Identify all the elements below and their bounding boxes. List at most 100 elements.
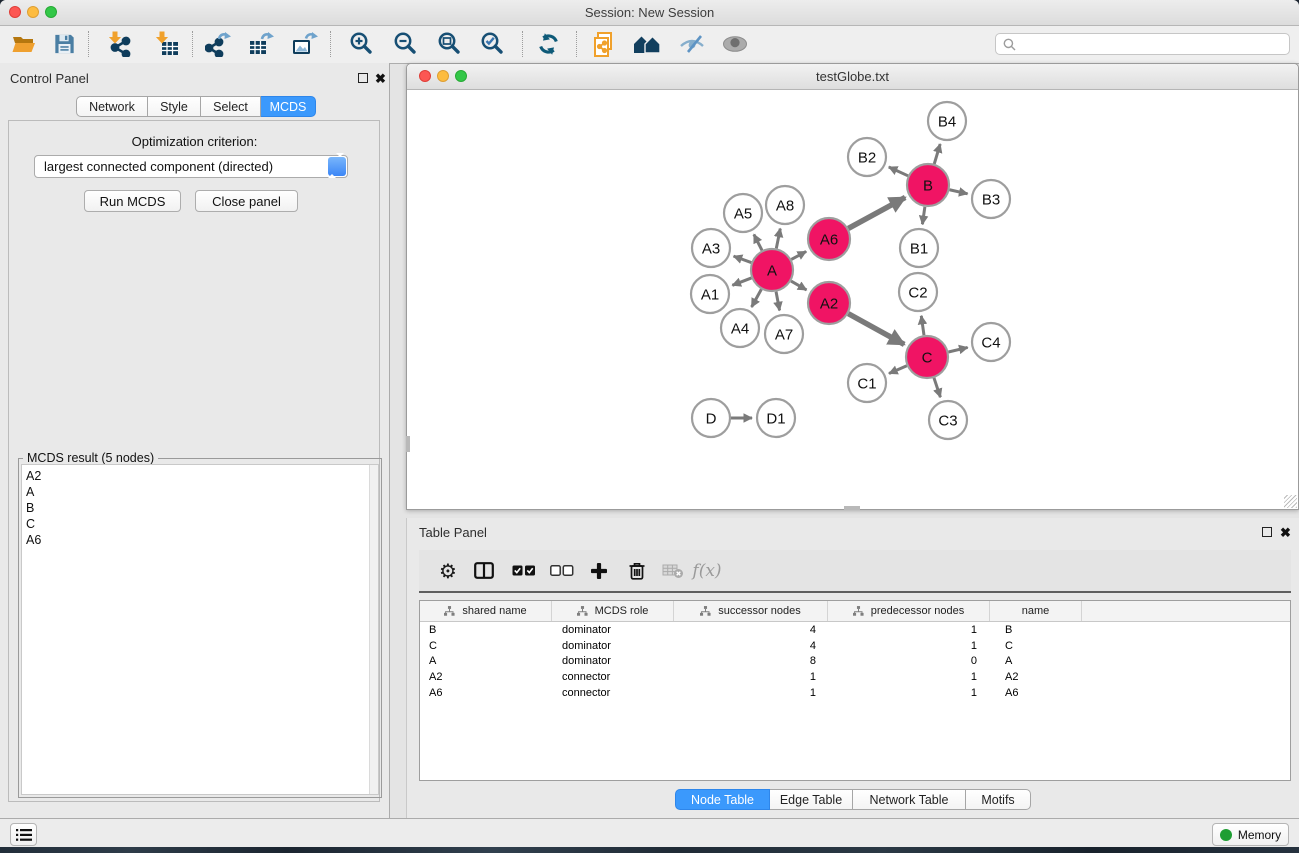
result-item[interactable]: A6: [22, 532, 378, 548]
network-graph[interactable]: B4B2BB3A8A5A6A3B1AC2A1A2A4A7C4CC1C3DD1: [407, 90, 1296, 509]
vertical-scroll-thumb[interactable]: [406, 436, 410, 452]
graph-edge-A-A4[interactable]: [752, 289, 762, 307]
graph-edge-A6-B[interactable]: [848, 197, 905, 228]
cell-predecessor-nodes[interactable]: 1: [828, 624, 990, 636]
export-table-button[interactable]: [245, 30, 275, 58]
cell-name[interactable]: A2: [990, 671, 1082, 683]
graph-edge-A-A7[interactable]: [776, 292, 780, 311]
cell-successor-nodes[interactable]: 1: [674, 671, 828, 683]
search-field[interactable]: [995, 33, 1290, 55]
mcds-result-list[interactable]: A2 A B C A6: [21, 464, 379, 795]
tab-style[interactable]: Style: [148, 96, 201, 117]
graph-node-A2[interactable]: A2: [808, 282, 850, 324]
graph-edge-B-B1[interactable]: [922, 207, 924, 224]
result-item[interactable]: A: [22, 484, 378, 500]
network-canvas[interactable]: B4B2BB3A8A5A6A3B1AC2A1A2A4A7C4CC1C3DD1: [407, 90, 1298, 509]
result-item[interactable]: C: [22, 516, 378, 532]
tab-select[interactable]: Select: [201, 96, 261, 117]
cell-predecessor-nodes[interactable]: 1: [828, 687, 990, 699]
search-input[interactable]: [1021, 36, 1289, 52]
graph-node-A6[interactable]: A6: [808, 218, 850, 260]
table-row[interactable]: B dominator 4 1 B: [420, 622, 1290, 638]
cell-shared-name[interactable]: C: [420, 640, 552, 652]
tab-edge-table[interactable]: Edge Table: [770, 789, 853, 810]
cell-successor-nodes[interactable]: 4: [674, 624, 828, 636]
table-row[interactable]: C dominator 4 1 C: [420, 638, 1290, 654]
close-panel-icon[interactable]: ✖: [1280, 526, 1291, 539]
result-item[interactable]: B: [22, 500, 378, 516]
result-scrollbar[interactable]: [369, 465, 378, 794]
graph-node-B2[interactable]: B2: [848, 138, 886, 176]
graph-edge-A-A5[interactable]: [754, 234, 762, 250]
cell-mcds-role[interactable]: dominator: [552, 655, 674, 667]
cell-shared-name[interactable]: A2: [420, 671, 552, 683]
graph-edge-B-B2[interactable]: [889, 167, 908, 176]
tab-network[interactable]: Network: [76, 96, 148, 117]
graph-node-A5[interactable]: A5: [724, 194, 762, 232]
cell-successor-nodes[interactable]: 4: [674, 640, 828, 652]
graph-edge-A-A8[interactable]: [776, 229, 780, 249]
graph-node-D[interactable]: D: [692, 399, 730, 437]
cell-name[interactable]: B: [990, 624, 1082, 636]
import-network-button[interactable]: [104, 30, 134, 58]
table-settings-button[interactable]: ⚙: [431, 550, 465, 591]
unselect-all-columns-button[interactable]: [545, 550, 579, 591]
delete-table-button[interactable]: [656, 550, 690, 591]
graph-edge-C-C4[interactable]: [948, 347, 967, 352]
cell-name[interactable]: C: [990, 640, 1082, 652]
create-column-button[interactable]: [582, 550, 616, 591]
graph-edge-A2-C[interactable]: [848, 314, 904, 345]
graph-node-C2[interactable]: C2: [899, 273, 937, 311]
cell-predecessor-nodes[interactable]: 1: [828, 640, 990, 652]
graph-node-A1[interactable]: A1: [691, 275, 729, 313]
column-header-predecessor-nodes[interactable]: predecessor nodes: [828, 601, 990, 621]
close-panel-button[interactable]: Close panel: [195, 190, 298, 212]
cell-name[interactable]: A6: [990, 687, 1082, 699]
column-header-successor-nodes[interactable]: successor nodes: [674, 601, 828, 621]
cell-successor-nodes[interactable]: 8: [674, 655, 828, 667]
graph-edge-C-C1[interactable]: [889, 366, 907, 374]
graph-node-B4[interactable]: B4: [928, 102, 966, 140]
cell-mcds-role[interactable]: connector: [552, 671, 674, 683]
graph-node-C3[interactable]: C3: [929, 401, 967, 439]
column-header-name[interactable]: name: [990, 601, 1082, 621]
column-header-mcds-role[interactable]: MCDS role: [552, 601, 674, 621]
criterion-dropdown[interactable]: largest connected component (directed): [34, 155, 348, 178]
show-columns-button[interactable]: [467, 550, 501, 591]
graph-edge-A-A3[interactable]: [734, 256, 752, 262]
cell-mcds-role[interactable]: dominator: [552, 624, 674, 636]
graph-node-A4[interactable]: A4: [721, 309, 759, 347]
save-session-button[interactable]: [49, 30, 79, 58]
memory-button[interactable]: Memory: [1212, 823, 1289, 846]
graph-node-C4[interactable]: C4: [972, 323, 1010, 361]
graph-edge-A-A2[interactable]: [791, 281, 806, 290]
graph-node-B[interactable]: B: [907, 164, 949, 206]
float-panel-icon[interactable]: [358, 73, 368, 83]
column-header-shared-name[interactable]: shared name: [420, 601, 552, 621]
refresh-button[interactable]: [533, 30, 563, 58]
graph-node-A[interactable]: A: [751, 249, 793, 291]
zoom-fit-button[interactable]: [434, 30, 464, 58]
cell-predecessor-nodes[interactable]: 1: [828, 671, 990, 683]
new-network-from-selection-button[interactable]: [589, 30, 619, 58]
tab-node-table[interactable]: Node Table: [675, 789, 770, 810]
graph-edge-A-A6[interactable]: [791, 251, 806, 259]
graph-node-B1[interactable]: B1: [900, 229, 938, 267]
cell-shared-name[interactable]: A: [420, 655, 552, 667]
first-neighbors-button[interactable]: [632, 30, 662, 58]
result-item[interactable]: A2: [22, 468, 378, 484]
cell-mcds-role[interactable]: dominator: [552, 640, 674, 652]
hide-details-button[interactable]: [677, 30, 707, 58]
cell-shared-name[interactable]: B: [420, 624, 552, 636]
graph-node-A8[interactable]: A8: [766, 186, 804, 224]
cell-predecessor-nodes[interactable]: 0: [828, 655, 990, 667]
zoom-in-button[interactable]: [346, 30, 376, 58]
graph-edge-A-A1[interactable]: [732, 278, 751, 285]
table-row[interactable]: A dominator 8 0 A: [420, 654, 1290, 670]
zoom-selected-button[interactable]: [477, 30, 507, 58]
graph-edge-C-C3[interactable]: [934, 378, 940, 397]
graph-node-B3[interactable]: B3: [972, 180, 1010, 218]
graph-edge-B-B4[interactable]: [934, 144, 940, 164]
task-history-button[interactable]: [10, 823, 37, 846]
cell-successor-nodes[interactable]: 1: [674, 687, 828, 699]
